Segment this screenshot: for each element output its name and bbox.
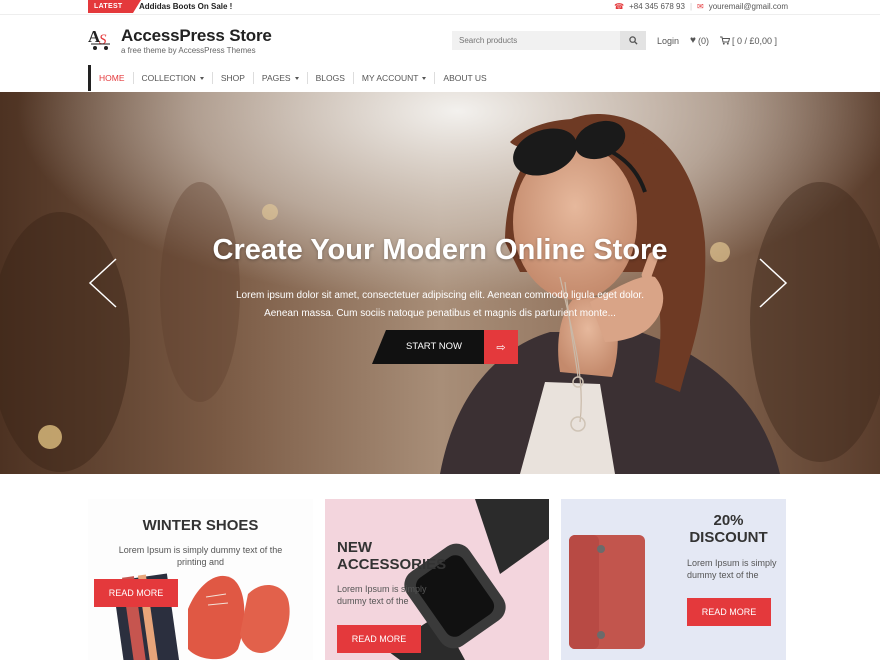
- start-now-label: START NOW: [372, 330, 484, 364]
- cart-icon: [719, 36, 730, 45]
- read-more-button[interactable]: READ MORE: [337, 625, 421, 653]
- read-more-button[interactable]: READ MORE: [94, 579, 178, 607]
- nav-label: ABOUT US: [443, 73, 487, 83]
- cart-summary: [ 0 / £0,00 ]: [731, 35, 777, 46]
- nav-item-shop[interactable]: SHOP: [213, 72, 254, 84]
- hero-slider: Create Your Modern Online Store Lorem ip…: [0, 92, 880, 474]
- email-address[interactable]: youremail@gmail.com: [709, 1, 788, 13]
- main-navigation: HOME COLLECTION SHOP PAGES BLOGS MY ACCO…: [88, 65, 495, 91]
- arrow-right-icon: ⇨: [484, 330, 518, 364]
- nav-item-pages[interactable]: PAGES: [254, 72, 308, 84]
- news-ticker[interactable]: Addidas Boots On Sale !: [139, 1, 232, 13]
- wishlist-count: (0): [697, 35, 709, 46]
- nav-item-about-us[interactable]: ABOUT US: [435, 72, 494, 84]
- hero-background-image: [0, 92, 880, 474]
- nav-label: MY ACCOUNT: [361, 73, 419, 83]
- hero-title: Create Your Modern Online Store: [212, 234, 668, 266]
- store-logo-icon[interactable]: A S: [88, 25, 114, 51]
- nav-item-home[interactable]: HOME: [91, 72, 134, 84]
- header-links: Login ♥ (0) [ 0 / £0,00 ]: [657, 35, 777, 46]
- nav-item-collection[interactable]: COLLECTION: [134, 72, 213, 84]
- login-link[interactable]: Login: [657, 36, 679, 46]
- promo-title-line2: ACCESSORIES: [337, 556, 447, 573]
- phone-number[interactable]: +84 345 678 93: [629, 1, 685, 13]
- email-icon: ✉: [697, 2, 704, 11]
- promo-title: WINTER SHOES: [142, 517, 259, 534]
- latest-badge: LATEST: [88, 0, 141, 13]
- nav-label: SHOP: [220, 73, 245, 83]
- heart-icon: ♥: [690, 35, 696, 46]
- start-now-button[interactable]: START NOW ⇨: [372, 330, 518, 364]
- nav-label: HOME: [99, 73, 125, 83]
- nav-label: COLLECTION: [141, 73, 196, 83]
- nav-item-blogs[interactable]: BLOGS: [308, 72, 354, 84]
- promo-title-line2: DISCOUNT: [689, 529, 768, 546]
- phone-icon: ☎: [614, 2, 625, 11]
- site-header: A S AccessPress Store a free theme by Ac…: [0, 15, 880, 64]
- top-bar: LATEST Addidas Boots On Sale ! ☎ +84 345…: [0, 0, 880, 15]
- search-input[interactable]: [452, 31, 620, 50]
- cart-link[interactable]: [ 0 / £0,00 ]: [719, 35, 777, 46]
- chevron-down-icon: [294, 76, 299, 80]
- search-form: [452, 31, 646, 50]
- nav-label: PAGES: [261, 73, 291, 83]
- svg-text:S: S: [99, 32, 107, 48]
- promo-title-line1: 20%: [713, 512, 744, 529]
- nav-item-my-account[interactable]: MY ACCOUNT: [354, 72, 436, 84]
- wishlist-link[interactable]: ♥ (0): [690, 35, 709, 46]
- chevron-down-icon: [199, 76, 204, 80]
- chevron-down-icon: [422, 76, 427, 80]
- promo-card-discount[interactable]: 20% DISCOUNT Lorem Ipsum is simply dummy…: [561, 499, 786, 660]
- promo-text: Lorem Ipsum is simply dummy text of the: [687, 558, 777, 580]
- search-button[interactable]: [620, 31, 646, 50]
- nav-label: BLOGS: [315, 73, 345, 83]
- site-title[interactable]: AccessPress Store: [121, 26, 272, 46]
- contact-divider: |: [689, 2, 693, 11]
- search-icon: [628, 36, 638, 45]
- promo-card-winter-shoes[interactable]: WINTER SHOES Lorem Ipsum is simply dummy…: [88, 499, 313, 660]
- promo-card-accessories[interactable]: NEW ACCESSORIES Lorem Ipsum is simply du…: [325, 499, 549, 660]
- read-more-button[interactable]: READ MORE: [687, 598, 771, 626]
- promo-text: Lorem Ipsum is simply dummy text of the: [337, 584, 427, 606]
- promo-title-line1: NEW: [337, 539, 372, 556]
- contact-info: ☎ +84 345 678 93 | ✉ youremail@gmail.com: [614, 1, 788, 13]
- hero-description: Lorem ipsum dolor sit amet, consectetuer…: [235, 290, 644, 319]
- site-tagline: a free theme by AccessPress Themes: [121, 46, 256, 55]
- promo-text: Lorem Ipsum is simply dummy text of the …: [118, 545, 283, 567]
